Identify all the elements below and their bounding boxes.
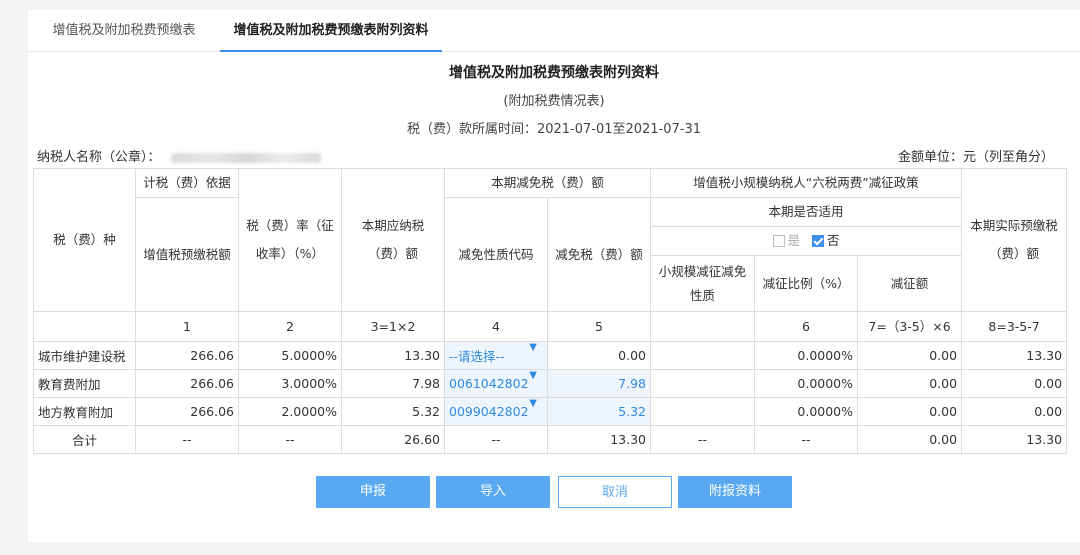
header-relief-code: 减免性质代码 <box>444 197 548 312</box>
header-rate: 税（费）率（征收率）（%） <box>238 168 342 312</box>
total-reduce: 0.00 <box>857 425 963 454</box>
tax-period: 税（费）款所属时间：2021-07-01至2021-07-31 <box>406 122 702 137</box>
row-reduce: 0.00 <box>857 397 963 426</box>
header-policy: 增值税小规模纳税人“六税两费”减征政策 <box>650 168 963 198</box>
row-ratio: 0.0000% <box>754 397 859 426</box>
total-basis: -- <box>135 425 239 454</box>
col-num-7: 7=（3-5）×6 <box>857 311 963 342</box>
table-row: 地方教育附加 266.06 2.0000% 5.32 0099042802 ▼ 5… <box>33 397 1068 426</box>
total-rate: -- <box>238 425 342 454</box>
caret-down-icon[interactable]: ▼ <box>529 399 537 410</box>
declare-button[interactable]: 申报 <box>316 476 430 508</box>
amount-unit: 金额单位：元（列至角分） <box>897 150 1054 165</box>
surcharge-table: 税（费）种 计税（费）依据 税（费）率（征收率）（%） 本期应纳税（费）额 本期… <box>33 168 1068 454</box>
col-num-blank-2 <box>650 311 756 342</box>
main-panel: 增值税及附加税费预缴表 增值税及附加税费预缴表附列资料 增值税及附加税费预缴表附… <box>28 10 1080 542</box>
tab-prepayment-form[interactable]: 增值税及附加税费预缴表 <box>28 10 220 52</box>
row-ratio: 0.0000% <box>754 341 859 370</box>
row-rate: 3.0000% <box>238 369 342 398</box>
relief-code-select[interactable]: 0099042802 ▼ <box>444 397 548 426</box>
header-payable: 本期应纳税（费）额 <box>341 168 445 312</box>
row-tax-name: 地方教育附加 <box>33 397 136 426</box>
header-tax-type: 税（费）种 <box>33 168 136 312</box>
column-number-row: 1 2 3=1×2 4 5 6 7=（3-5）×6 8=3-5-7 <box>33 311 1068 342</box>
header-applicable: 本期是否适用 <box>650 197 963 227</box>
header-small-nature: 小规模减征减免性质 <box>650 255 756 312</box>
tab-attached-info[interactable]: 增值税及附加税费预缴表附列资料 <box>220 10 442 52</box>
total-row: 合计 -- -- 26.60 -- 13.30 -- -- 0.00 13.30 <box>33 425 1068 454</box>
total-small-nature: -- <box>650 425 756 454</box>
col-num-8: 8=3-5-7 <box>961 311 1068 342</box>
row-tax-name: 教育费附加 <box>33 369 136 398</box>
row-payable: 5.32 <box>341 397 445 426</box>
row-actual: 13.30 <box>961 341 1068 370</box>
total-relief: 13.30 <box>546 425 652 454</box>
row-rate: 2.0000% <box>238 397 342 426</box>
checkbox-no-checked-icon[interactable] <box>811 235 824 247</box>
attach-docs-button[interactable]: 附报资料 <box>678 476 792 508</box>
page-title: 增值税及附加税费预缴表附列资料 <box>449 65 659 81</box>
col-num-6: 6 <box>754 311 859 342</box>
row-reduce: 0.00 <box>857 369 963 398</box>
row-actual: 0.00 <box>961 369 1068 398</box>
row-basis: 266.06 <box>135 341 239 370</box>
taxpayer-label: 纳税人名称（公章）： <box>37 150 161 165</box>
row-payable: 7.98 <box>341 369 445 398</box>
row-tax-name: 城市维护建设税 <box>33 341 136 370</box>
option-yes[interactable]: 是 <box>772 233 800 248</box>
cancel-button[interactable]: 取消 <box>558 476 672 508</box>
relief-amount-input[interactable]: 5.32 <box>546 397 652 426</box>
total-actual: 13.30 <box>961 425 1068 454</box>
row-payable: 13.30 <box>341 341 445 370</box>
checkbox-yes-icon[interactable] <box>772 235 785 247</box>
total-payable: 26.60 <box>341 425 445 454</box>
col-num-2: 2 <box>238 311 342 342</box>
caret-down-icon[interactable]: ▼ <box>529 371 537 382</box>
header-relief: 本期减免税（费）额 <box>443 168 652 198</box>
row-small-nature <box>650 369 756 398</box>
row-basis: 266.06 <box>135 369 239 398</box>
relief-code-select[interactable]: --请选择-- ▼ <box>444 341 548 370</box>
table-row: 城市维护建设税 266.06 5.0000% 13.30 --请选择-- ▼ 0.… <box>33 341 1068 370</box>
total-code: -- <box>444 425 548 454</box>
row-actual: 0.00 <box>961 397 1068 426</box>
relief-code-select[interactable]: 0061042802 ▼ <box>444 369 548 398</box>
col-num-4: 4 <box>444 311 548 342</box>
page-subtitle: (附加税费情况表) <box>503 94 605 109</box>
row-reduce: 0.00 <box>857 341 963 370</box>
col-num-3: 3=1×2 <box>341 311 445 342</box>
col-num-5: 5 <box>546 311 652 342</box>
import-button[interactable]: 导入 <box>436 476 550 508</box>
option-no[interactable]: 否 <box>811 233 840 248</box>
row-small-nature <box>650 341 756 370</box>
row-basis: 266.06 <box>135 397 239 426</box>
header-relief-amount: 减免税（费）额 <box>546 197 652 312</box>
total-ratio: -- <box>754 425 859 454</box>
row-rate: 5.0000% <box>238 341 342 370</box>
row-small-nature <box>650 397 756 426</box>
caret-down-icon[interactable]: ▼ <box>529 343 537 354</box>
row-ratio: 0.0000% <box>754 369 859 398</box>
header-reduce-amount: 减征额 <box>857 255 963 312</box>
taxpayer-name-redacted <box>170 152 321 163</box>
relief-amount-input[interactable]: 7.98 <box>546 369 652 398</box>
tab-bar: 增值税及附加税费预缴表 增值税及附加税费预缴表附列资料 <box>28 10 1080 52</box>
row-relief: 0.00 <box>546 341 652 370</box>
col-num-blank <box>33 311 136 342</box>
header-basis: 计税（费）依据 <box>135 168 239 198</box>
taxpayer-name: 纳税人名称（公章）： <box>37 146 321 165</box>
table-row: 教育费附加 266.06 3.0000% 7.98 0061042802 ▼ 7.… <box>33 369 1068 398</box>
header-reduce-ratio: 减征比例（%） <box>754 255 859 312</box>
header-basis-sub: 增值税预缴税额 <box>135 197 239 312</box>
total-label: 合计 <box>33 425 136 454</box>
col-num-1: 1 <box>135 311 239 342</box>
applicable-options: 是 否 <box>650 226 963 256</box>
header-actual: 本期实际预缴税（费）额 <box>961 168 1068 312</box>
